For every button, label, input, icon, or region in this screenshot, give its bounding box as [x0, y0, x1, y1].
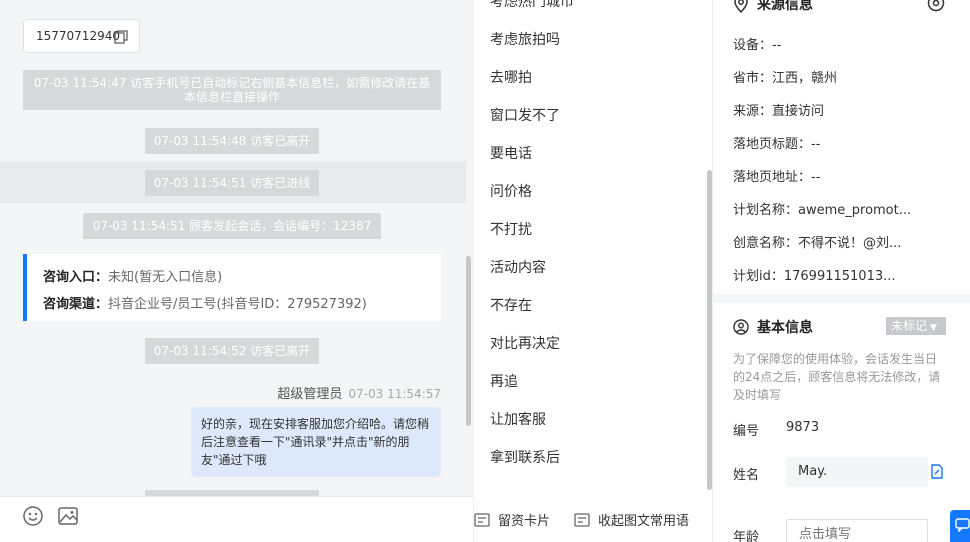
- basic-info-header: 基本信息: [733, 317, 813, 337]
- chat-scrollbar[interactable]: [466, 256, 471, 426]
- tag-item[interactable]: 让加客服: [490, 409, 546, 429]
- tag-item[interactable]: 窗口发不了: [490, 105, 560, 125]
- message-icon: [574, 512, 590, 527]
- landing-page-title: 落地页标题：--: [733, 137, 821, 152]
- tag-item[interactable]: 考虑旅拍吗: [490, 29, 560, 49]
- id-value: 9873: [786, 420, 820, 435]
- basic-info-title: 基本信息: [757, 320, 813, 336]
- id-label: 编号: [733, 424, 760, 439]
- location-pin-icon: [734, 0, 748, 13]
- emoji-icon[interactable]: [22, 505, 44, 527]
- agent-name: 超级管理员: [277, 387, 343, 402]
- source-device: 设备：--: [733, 38, 782, 53]
- system-message-auto-mark: 07-03 11:54:47 访客手机号已自动标记右侧基本信息栏，如需修改请在基…: [23, 70, 441, 110]
- chat-bubble-icon: [955, 518, 970, 532]
- consult-info-card: 咨询入口：未知(暂无入口信息) 咨询渠道：抖音企业号/员工号(抖音号ID：279…: [23, 254, 441, 321]
- source-province: 省市：江西，赣州: [733, 71, 838, 86]
- plan-name: 计划名称：aweme_promot...: [733, 203, 912, 218]
- system-message-visitor-entered: 07-03 11:54:51 访客已进线: [145, 170, 319, 196]
- copy-icon[interactable]: [114, 30, 128, 44]
- tag-footer: 留资卡片 收起图文常用语: [474, 496, 712, 542]
- creative-name: 创意名称：不得不说！@刘...: [733, 236, 902, 251]
- user-circle-icon: [733, 319, 749, 335]
- system-message-visitor-left-2: 07-03 11:54:52 访客已离开: [145, 338, 319, 364]
- edit-notice: 为了保障您的使用体验，会话发生当日的24点之后，顾客信息将无法修改，请及时填写: [733, 352, 941, 402]
- source-info-title: 来源信息: [757, 0, 813, 13]
- tag-status-label: 未标记: [891, 319, 928, 333]
- tag-item[interactable]: 拿到联系后: [490, 447, 560, 467]
- tag-item[interactable]: 不打扰: [490, 219, 532, 239]
- chat-panel: 15770712940 07-03 11:54:47 访客手机号已自动标记右侧基…: [0, 0, 473, 542]
- message-time: 07-03 11:54:57: [348, 387, 441, 401]
- tag-item[interactable]: 去哪拍: [490, 67, 532, 87]
- landing-page-url: 落地页地址：--: [733, 170, 821, 185]
- card-icon: [474, 512, 490, 527]
- message-sender: 超级管理员 07-03 11:54:57: [277, 383, 441, 402]
- consult-entry-row: 咨询入口：未知(暂无入口信息): [43, 264, 441, 291]
- phone-number: 15770712940: [36, 29, 120, 43]
- caret-down-icon: ▼: [930, 323, 937, 333]
- consult-channel-value: 抖音企业号/员工号(抖音号ID：279527392): [108, 297, 367, 312]
- plan-id: 计划id：176991151013...: [733, 269, 896, 284]
- tag-item[interactable]: 问价格: [490, 181, 532, 201]
- section-divider: [713, 294, 970, 303]
- lead-card-button[interactable]: 留资卡片: [474, 510, 550, 529]
- tag-item[interactable]: 活动内容: [490, 257, 546, 277]
- name-field[interactable]: May.: [786, 457, 928, 487]
- agent-message-bubble: 好的亲，现在安排客服加您介绍哈。请您稍后注意查看一下"通讯录"并点击"新的朋友"…: [191, 407, 441, 477]
- source-channel: 来源：直接访问: [733, 104, 825, 119]
- age-input[interactable]: [786, 519, 928, 542]
- consult-entry-label: 咨询入口：: [43, 270, 109, 285]
- phone-card[interactable]: 15770712940: [23, 19, 140, 53]
- image-icon[interactable]: [57, 505, 79, 527]
- tag-list-scrollbar[interactable]: [707, 170, 712, 490]
- consult-entry-value: 未知(暂无入口信息): [108, 270, 223, 285]
- tag-item[interactable]: 对比再决定: [490, 333, 560, 353]
- source-info-header: 来源信息: [733, 0, 813, 14]
- tag-item[interactable]: 考虑热门城市: [490, 0, 574, 11]
- name-label: 姓名: [733, 468, 760, 483]
- consult-channel-label: 咨询渠道：: [43, 297, 109, 312]
- quick-tag-list: 考虑热门城市 考虑旅拍吗 去哪拍 窗口发不了 要电话 问价格 不打扰 活动内容 …: [473, 0, 713, 542]
- tag-status-dropdown[interactable]: 未标记 ▼: [886, 317, 946, 335]
- age-label: 年龄: [733, 530, 760, 542]
- edit-icon[interactable]: [930, 464, 944, 479]
- system-message-session-start: 07-03 11:54:51 顾客发起会话，会话编号：12387: [83, 213, 381, 239]
- consult-channel-row: 咨询渠道：抖音企业号/员工号(抖音号ID：279527392): [43, 291, 441, 318]
- tag-item[interactable]: 再追: [490, 371, 518, 391]
- locate-icon[interactable]: [927, 0, 945, 12]
- floating-chat-button[interactable]: [950, 510, 970, 542]
- system-message-visitor-left: 07-03 11:54:48 访客已离开: [145, 128, 319, 154]
- tag-item[interactable]: 要电话: [490, 143, 532, 163]
- lead-card-label: 留资卡片: [498, 514, 551, 529]
- collapse-phrases-button[interactable]: 收起图文常用语: [574, 510, 689, 529]
- tag-item[interactable]: 不存在: [490, 295, 532, 315]
- collapse-phrases-label: 收起图文常用语: [598, 514, 690, 529]
- customer-info-panel: 来源信息 设备：-- 省市：江西，赣州 来源：直接访问 落地页标题：-- 落地页…: [713, 0, 970, 542]
